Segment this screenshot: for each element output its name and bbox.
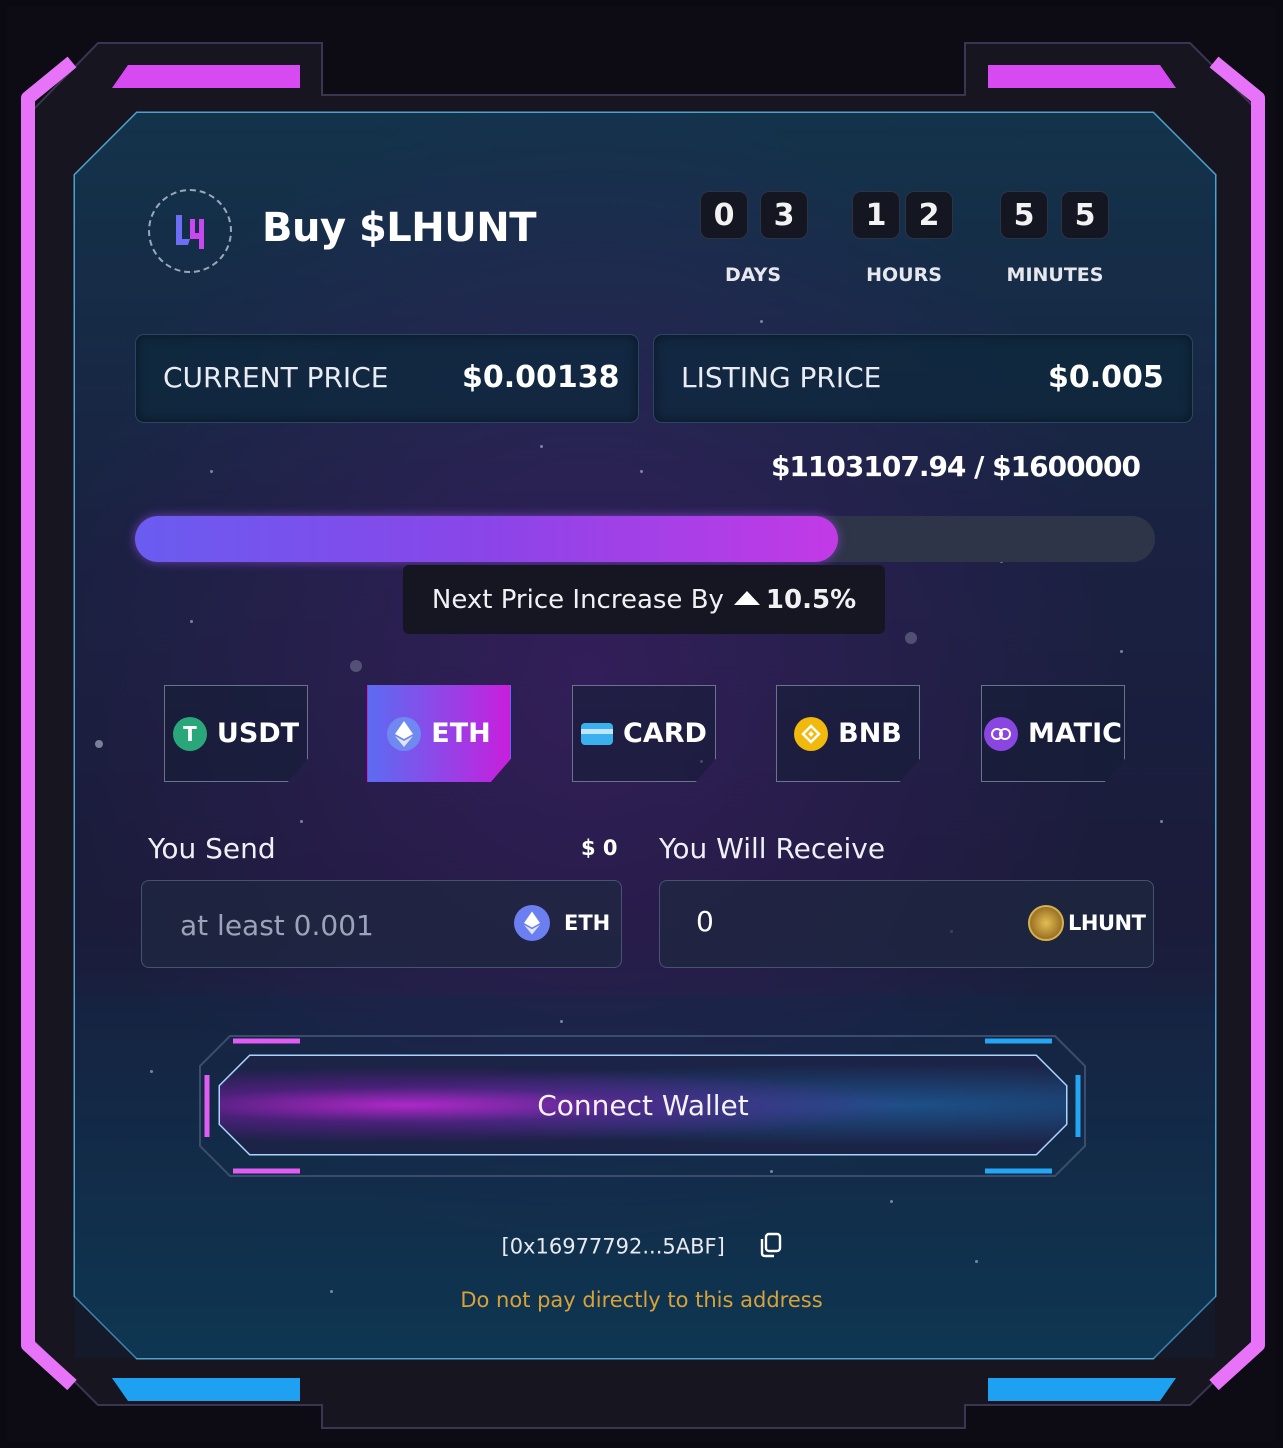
send-token-label: ETH <box>564 911 611 935</box>
receive-field: 0 LHUNT <box>659 880 1154 968</box>
deposit-address-row: [0x16977792...5ABF] <box>0 1232 1283 1263</box>
currency-tab-matic[interactable]: MATIC <box>981 685 1125 782</box>
listing-price-label: LISTING PRICE <box>681 361 882 394</box>
currency-tab-card[interactable]: CARD <box>572 685 716 782</box>
next-price-label: Next Price Increase By <box>431 584 724 615</box>
send-amount-input[interactable] <box>178 903 482 947</box>
page-title: Buy $LHUNT <box>262 205 537 251</box>
currency-tab-label: USDT <box>216 718 300 749</box>
address-warning: Do not pay directly to this address <box>460 1288 823 1312</box>
lhunt-logo <box>148 189 232 273</box>
sale-progress-bar <box>135 516 1155 562</box>
current-price-label: CURRENT PRICE <box>163 361 389 394</box>
credit-card-icon <box>581 722 614 745</box>
countdown-days-label: DAYS <box>724 264 782 286</box>
lhunt-logo-icon <box>176 215 204 249</box>
arrow-up-icon <box>733 590 760 605</box>
currency-tab-eth[interactable]: ETH <box>367 685 511 782</box>
lhunt-coin-icon <box>1028 905 1064 941</box>
currency-tab-label: CARD <box>623 718 707 749</box>
receive-token: LHUNT <box>1028 905 1146 941</box>
currency-tab-bnb[interactable]: BNB <box>776 685 920 782</box>
listing-price-value: $0.005 <box>1048 360 1164 395</box>
send-label: You Send <box>148 832 276 865</box>
countdown-minutes-digit: 5 <box>1000 191 1048 239</box>
countdown-days-digit: 3 <box>760 191 808 239</box>
countdown-hours-digit: 1 <box>852 191 900 239</box>
send-field: ETH <box>141 880 622 968</box>
currency-tab-label: MATIC <box>1028 718 1122 749</box>
send-usd-value: $ 0 <box>581 836 618 860</box>
current-price-value: $0.00138 <box>462 360 620 395</box>
countdown-minutes-label: MINUTES <box>1006 264 1104 286</box>
receive-label: You Will Receive <box>659 832 886 865</box>
countdown-minutes-digit: 5 <box>1061 191 1109 239</box>
raised-amount: $1103107.94 / $1600000 <box>770 450 1141 483</box>
countdown-hours-digit: 2 <box>905 191 953 239</box>
countdown-hours-label: HOURS <box>866 264 942 286</box>
tether-icon: T <box>172 716 207 751</box>
send-token: ETH <box>514 905 610 941</box>
deposit-address: [0x16977792...5ABF] <box>501 1234 725 1259</box>
next-price-value: 10.5% <box>765 584 857 615</box>
sale-progress-fill <box>135 516 839 562</box>
bnb-icon <box>794 716 829 751</box>
currency-tab-label: ETH <box>431 718 491 749</box>
ethereum-icon <box>387 716 422 751</box>
currency-tab-usdt[interactable]: T USDT <box>164 685 308 782</box>
currency-tab-label: BNB <box>838 718 902 749</box>
connect-wallet-button[interactable]: Connect Wallet <box>220 1056 1066 1154</box>
copy-icon[interactable] <box>758 1232 782 1263</box>
ethereum-icon <box>514 905 550 941</box>
next-price-increase: Next Price Increase By 10.5% <box>403 565 885 634</box>
countdown-days-digit: 0 <box>700 191 748 239</box>
receive-amount: 0 <box>696 905 714 938</box>
receive-token-label: LHUNT <box>1068 911 1146 935</box>
polygon-icon <box>984 716 1019 751</box>
